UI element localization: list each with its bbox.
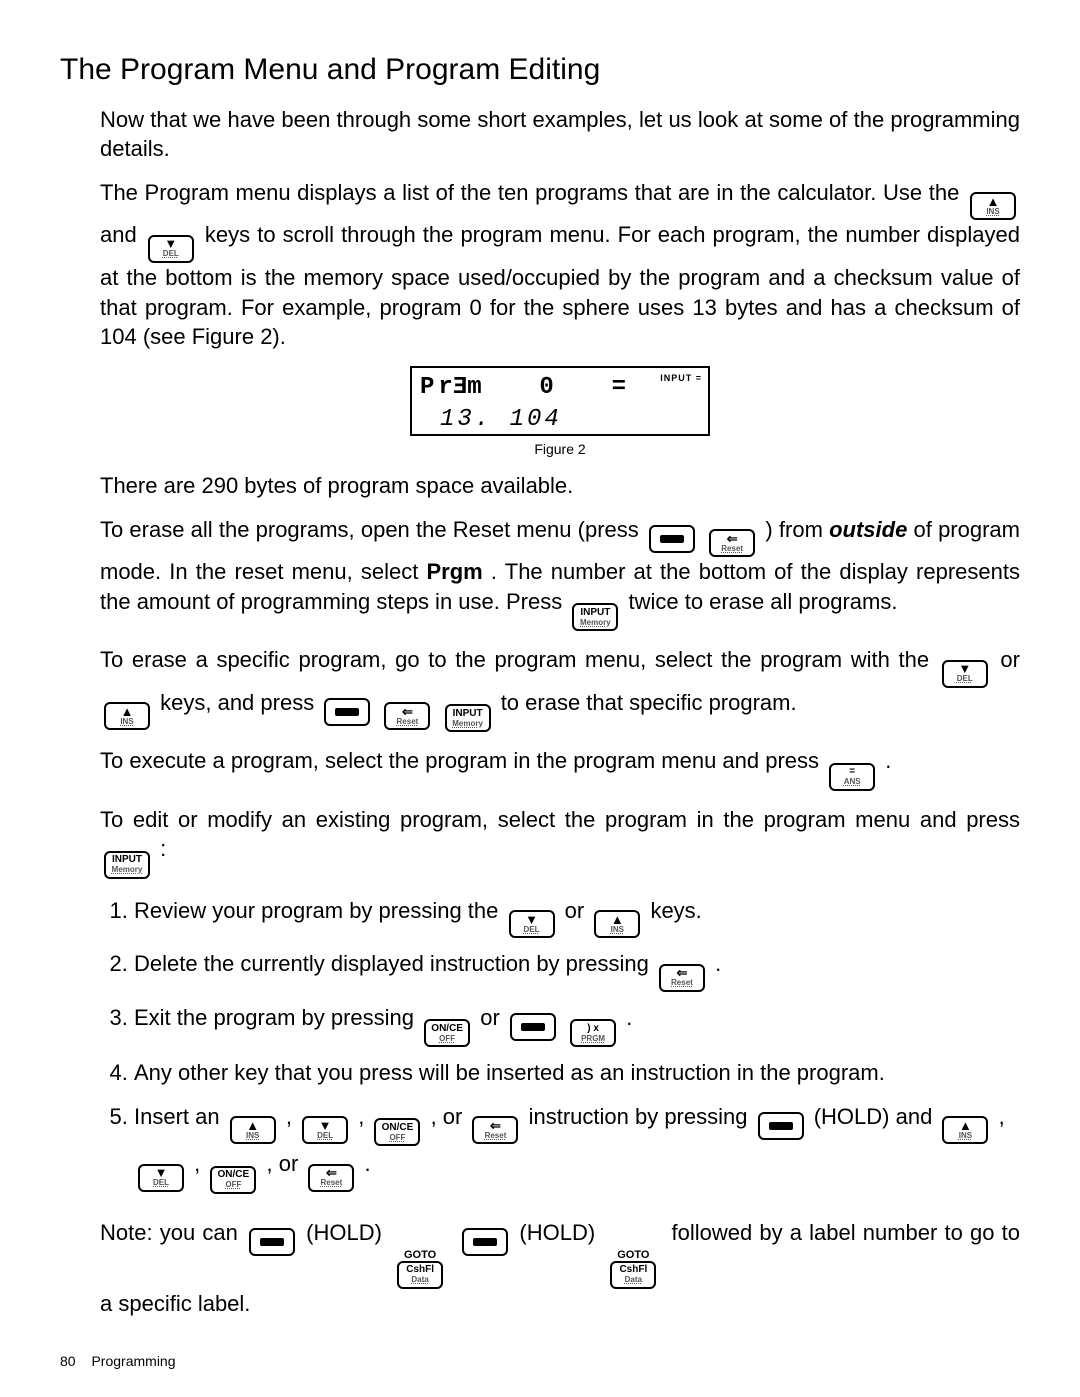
down-del-key: ▼ DEL bbox=[148, 235, 194, 263]
down-del-key: ▼ DEL bbox=[138, 1164, 184, 1192]
shift-key bbox=[758, 1112, 804, 1140]
up-ins-key: ▲ INS bbox=[594, 910, 640, 938]
text: To erase all the programs, open the Rese… bbox=[100, 517, 645, 542]
edit-paragraph: To edit or modify an existing program, s… bbox=[100, 805, 1020, 879]
text: : bbox=[160, 836, 166, 861]
text: To execute a program, select the program… bbox=[100, 748, 825, 773]
intro-paragraph: Now that we have been through some short… bbox=[100, 105, 1020, 164]
shift-key bbox=[462, 1228, 508, 1256]
step-3: Exit the program by pressing ON/CE OFF o… bbox=[134, 1000, 1020, 1048]
shift-key bbox=[249, 1228, 295, 1256]
text: keys to scroll through the program menu.… bbox=[100, 222, 1020, 349]
left-reset-key: ⇐ Reset bbox=[659, 964, 705, 992]
text: To erase a specific program, go to the p… bbox=[100, 647, 938, 672]
step-5: Insert an ▲ INS , ▼ DEL , ON/CE OFF , or… bbox=[134, 1099, 1020, 1194]
input-memory-key: INPUT Memory bbox=[572, 603, 618, 631]
page-number: 80 bbox=[60, 1353, 76, 1369]
text: . bbox=[885, 748, 891, 773]
up-ins-key: ▲ INS bbox=[230, 1116, 276, 1144]
shift-key bbox=[649, 525, 695, 553]
page-footer: 80 Programming bbox=[60, 1352, 176, 1371]
shift-key bbox=[510, 1013, 556, 1041]
figure-caption: Figure 2 bbox=[100, 440, 1020, 459]
once-off-key: ON/CE OFF bbox=[424, 1019, 470, 1047]
up-ins-key: ▲ INS bbox=[942, 1116, 988, 1144]
outside-em: outside bbox=[829, 517, 907, 542]
once-off-key: ON/CE OFF bbox=[374, 1118, 420, 1146]
shift-key bbox=[324, 698, 370, 726]
erase-all-paragraph: To erase all the programs, open the Rese… bbox=[100, 515, 1020, 632]
down-del-key: ▼ DEL bbox=[509, 910, 555, 938]
scroll-paragraph: The Program menu displays a list of the … bbox=[100, 178, 1020, 352]
text: and bbox=[100, 222, 144, 247]
text: to erase that specific program. bbox=[501, 690, 797, 715]
up-ins-key: ▲ INS bbox=[970, 192, 1016, 220]
section-name: Programming bbox=[91, 1353, 175, 1369]
once-off-key: ON/CE OFF bbox=[210, 1166, 256, 1194]
up-ins-key: ▲ INS bbox=[104, 702, 150, 730]
text: keys, and press bbox=[160, 690, 320, 715]
lcd-annunciator: INPUT = bbox=[660, 372, 702, 384]
step-2: Delete the currently displayed instructi… bbox=[134, 946, 1020, 992]
page-title: The Program Menu and Program Editing bbox=[60, 50, 1020, 91]
step-4: Any other key that you press will be ins… bbox=[134, 1055, 1020, 1090]
step-list: Review your program by pressing the ▼ DE… bbox=[100, 893, 1020, 1194]
text: ) from bbox=[765, 517, 829, 542]
input-memory-key: INPUT Memory bbox=[104, 851, 150, 879]
bytes-paragraph: There are 290 bytes of program space ava… bbox=[100, 471, 1020, 501]
goto-cshfl-key: GOTO CshFl Data bbox=[393, 1250, 447, 1289]
note-paragraph: Note: you can (HOLD) GOTO CshFl Data (HO… bbox=[100, 1218, 1020, 1319]
down-del-key: ▼ DEL bbox=[942, 660, 988, 688]
input-memory-key: INPUT Memory bbox=[445, 704, 491, 732]
text: To edit or modify an existing program, s… bbox=[100, 807, 1020, 832]
equals-ans-key: = ANS bbox=[829, 763, 875, 791]
goto-cshfl-key: GOTO CshFl Data bbox=[606, 1250, 660, 1289]
text: or bbox=[1000, 647, 1020, 672]
left-reset-key: ⇐ Reset bbox=[308, 1164, 354, 1192]
prgm-bold: Prgm bbox=[426, 559, 482, 584]
left-reset-key: ⇐ Reset bbox=[709, 529, 755, 557]
left-reset-key: ⇐ Reset bbox=[472, 1116, 518, 1144]
down-del-key: ▼ DEL bbox=[302, 1116, 348, 1144]
rpar-prgm-key: ) x PRGM bbox=[570, 1019, 616, 1047]
execute-paragraph: To execute a program, select the program… bbox=[100, 746, 1020, 791]
lcd-line2: 13. 104 bbox=[440, 404, 700, 436]
text: twice to erase all programs. bbox=[628, 589, 897, 614]
lcd-line1: PrEm 0 = bbox=[420, 372, 630, 404]
step-1: Review your program by pressing the ▼ DE… bbox=[134, 893, 1020, 939]
erase-one-paragraph: To erase a specific program, go to the p… bbox=[100, 645, 1020, 732]
left-reset-key: ⇐ Reset bbox=[384, 702, 430, 730]
text: The Program menu displays a list of the … bbox=[100, 180, 966, 205]
lcd-figure: INPUT = PrEm 0 = 13. 104 bbox=[410, 366, 710, 436]
